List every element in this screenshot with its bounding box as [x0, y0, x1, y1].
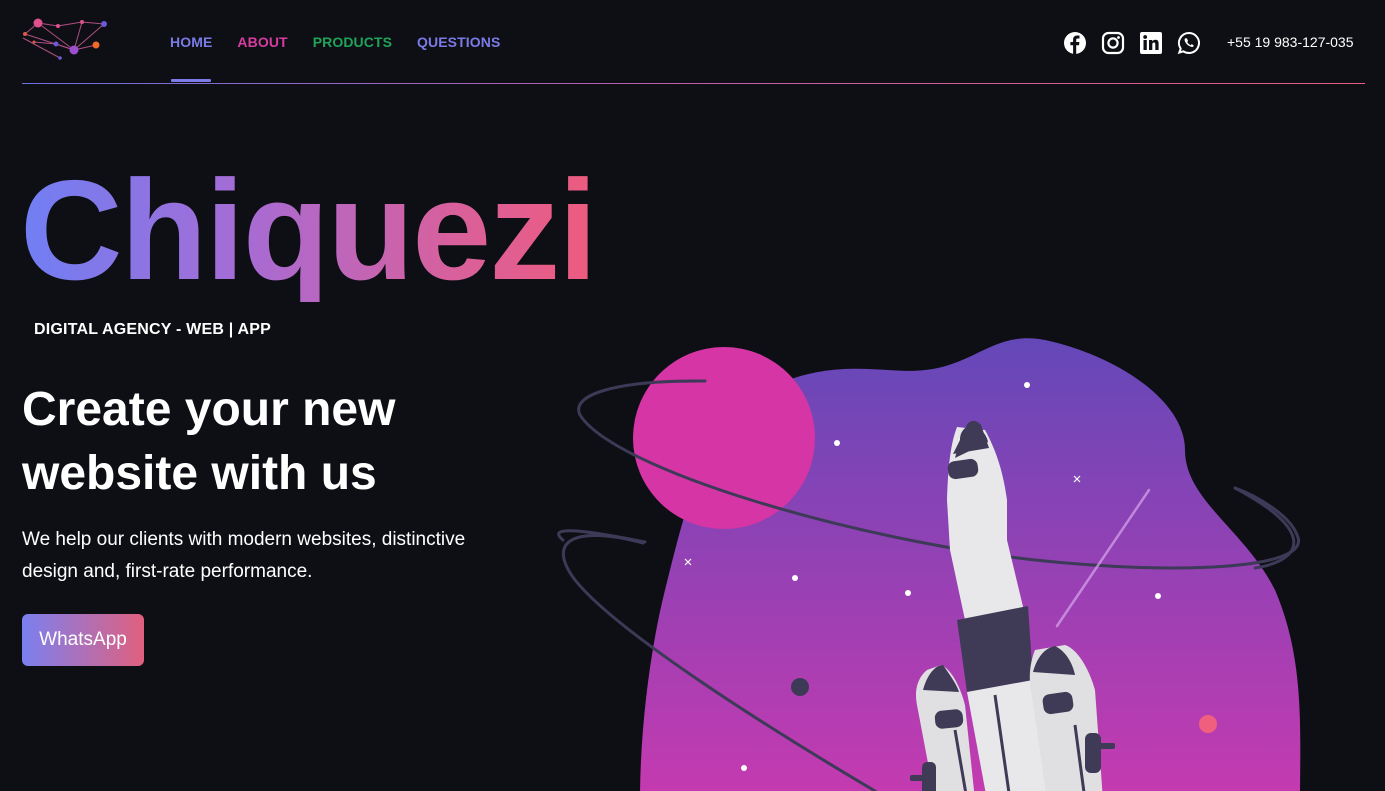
pink-moon: [1199, 715, 1217, 733]
instagram-icon[interactable]: [1101, 31, 1125, 55]
social-links: [1063, 31, 1201, 55]
nav-home[interactable]: HOME: [170, 34, 212, 50]
logo[interactable]: [20, 16, 110, 64]
rocket-illustration: [557, 338, 1301, 791]
nav-questions[interactable]: QUESTIONS: [417, 34, 500, 50]
logo-network-icon: [22, 18, 107, 60]
linkedin-icon[interactable]: [1139, 31, 1163, 55]
header-divider: [22, 83, 1365, 84]
nav-about[interactable]: ABOUT: [237, 34, 287, 50]
active-nav-indicator: [171, 79, 211, 82]
brand-title: Chiquezi: [20, 151, 598, 310]
dark-moon: [791, 678, 809, 696]
phone-number[interactable]: +55 19 983-127-035: [1227, 34, 1354, 50]
facebook-icon[interactable]: [1063, 31, 1087, 55]
hero-headline: Create your new website with us: [22, 383, 396, 500]
nav-products[interactable]: PRODUCTS: [313, 34, 392, 50]
brand-tagline: DIGITAL AGENCY - WEB | APP: [34, 321, 271, 338]
hero-description: We help our clients with modern websites…: [22, 529, 466, 582]
planet: [633, 347, 815, 529]
main-nav: HOME ABOUT PRODUCTS QUESTIONS: [170, 34, 500, 50]
whatsapp-icon[interactable]: [1177, 31, 1201, 55]
whatsapp-button[interactable]: WhatsApp: [22, 614, 144, 666]
